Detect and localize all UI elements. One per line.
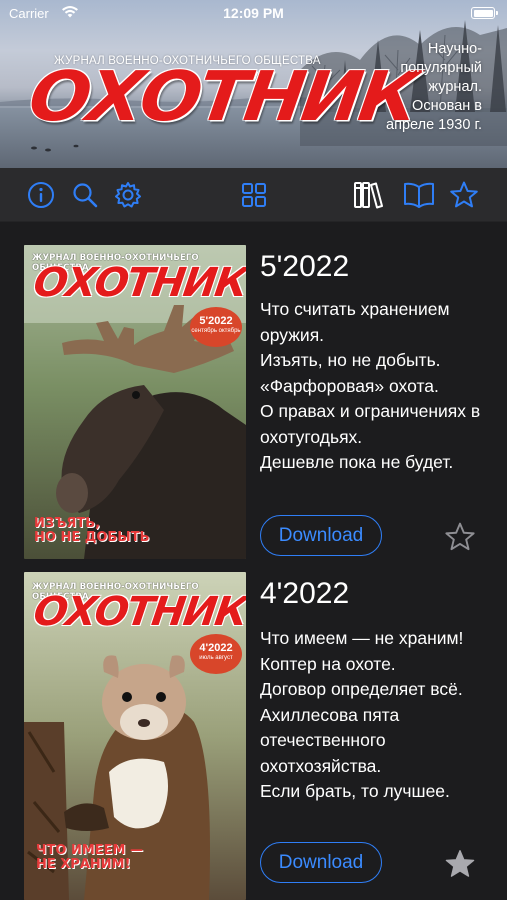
journal-founded-text: Научно-популярный журнал. Основан в апре… — [386, 41, 482, 133]
download-button[interactable]: Download — [260, 515, 382, 556]
issue-description: Что имеем — не храним! Коптер на охоте. … — [260, 628, 464, 801]
download-button[interactable]: Download — [260, 842, 382, 883]
toolbar — [0, 168, 507, 222]
battery-icon — [471, 7, 498, 19]
library-icon[interactable] — [353, 180, 387, 210]
issue-cover-image[interactable]: ЖУРНАЛ ВОЕННО-ОХОТНИЧЬЕГО ОБЩЕСТВА ОХОТН… — [24, 572, 246, 900]
cover-headline: ИЗЪЯТЬ, НО НЕ ДОБЫТЬ — [34, 517, 150, 545]
journal-logo: ОХОТНИК — [24, 56, 422, 136]
cover-badge-number: 4'2022 — [199, 642, 233, 654]
app-header: Carrier 12:09 PM ЖУРНАЛ ВОЕННО-ОХОТНИЧЬЕ… — [0, 0, 507, 168]
list-item[interactable]: ЖУРНАЛ ВОЕННО-ОХОТНИЧЬЕГО ОБЩЕСТВА ОХОТН… — [0, 245, 507, 572]
list-item[interactable]: ЖУРНАЛ ВОЕННО-ОХОТНИЧЬЕГО ОБЩЕСТВА ОХОТН… — [0, 572, 507, 900]
cover-headline-line1: ИЗЪЯТЬ, — [34, 516, 101, 531]
issue-title: 5'2022 — [260, 250, 350, 283]
gear-icon[interactable] — [113, 180, 143, 210]
info-icon[interactable] — [26, 180, 56, 210]
cover-issue-badge: 5'2022 сентябрь октябрь — [190, 307, 242, 347]
cover-badge-number: 5'2022 — [199, 315, 233, 327]
favorite-star-outline-icon[interactable] — [444, 521, 476, 553]
star-icon[interactable] — [449, 180, 479, 210]
cover-headline: ЧТО ИМЕЕМ — НЕ ХРАНИМ! — [36, 844, 143, 872]
grid-icon[interactable] — [239, 180, 269, 210]
cover-logo: ОХОТНИК — [30, 589, 246, 635]
cover-headline-line2: НЕ ХРАНИМ! — [36, 857, 131, 872]
cover-issue-badge: 4'2022 июль август — [190, 634, 242, 674]
issue-cover-image[interactable]: ЖУРНАЛ ВОЕННО-ОХОТНИЧЬЕГО ОБЩЕСТВА ОХОТН… — [24, 245, 246, 559]
cover-badge-months: июль август — [199, 655, 233, 661]
status-bar: Carrier 12:09 PM — [0, 0, 507, 28]
favorite-star-filled-icon[interactable] — [444, 848, 476, 880]
issue-description: Что считать хранением оружия. Изъять, но… — [260, 299, 481, 472]
issue-title: 4'2022 — [260, 577, 350, 610]
cover-headline-line1: ЧТО ИМЕЕМ — — [36, 843, 143, 858]
cover-logo: ОХОТНИК — [30, 260, 246, 306]
book-open-icon[interactable] — [402, 180, 436, 210]
clock-label: 12:09 PM — [223, 5, 284, 21]
search-icon[interactable] — [70, 180, 100, 210]
cover-headline-line2: НО НЕ ДОБЫТЬ — [34, 530, 150, 545]
cover-badge-months: сентябрь октябрь — [191, 328, 241, 334]
